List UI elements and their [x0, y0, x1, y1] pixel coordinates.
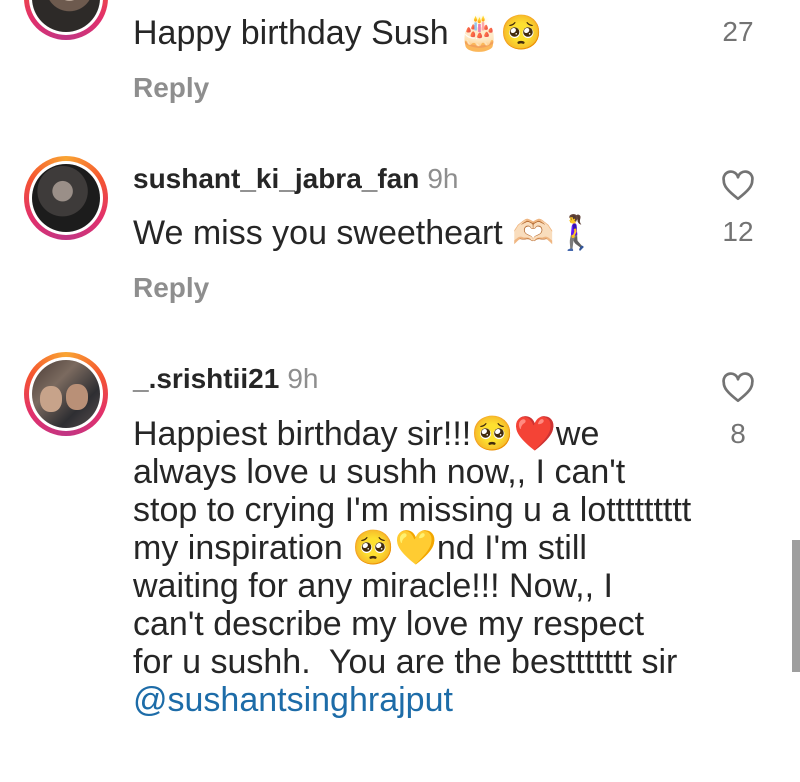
avatar-story-ring[interactable]: [24, 352, 108, 436]
avatar: [32, 360, 100, 428]
comment-header: sushant_ki_jabra_fan 9h: [133, 163, 459, 195]
like-count[interactable]: 12: [708, 216, 768, 248]
like-count[interactable]: 27: [708, 16, 768, 48]
comment-header: _.srishtii21 9h: [133, 363, 318, 395]
comment-text: Happy birthday Sush 🎂🥺: [133, 14, 543, 52]
reply-button[interactable]: Reply: [133, 72, 209, 104]
username[interactable]: _.srishtii21: [133, 363, 279, 394]
comment-text: We miss you sweetheart 🫶🏻🚶‍♀️: [133, 214, 597, 252]
comment-body: Happiest birthday sir!!!🥺❤️we always lov…: [133, 415, 701, 681]
timestamp: 9h: [427, 163, 459, 194]
mention-link[interactable]: @sushantsinghrajput: [133, 681, 453, 719]
avatar-story-ring[interactable]: [24, 0, 108, 40]
like-count[interactable]: 8: [708, 418, 768, 450]
heart-outline-icon[interactable]: [720, 168, 756, 204]
avatar-story-ring[interactable]: [24, 156, 108, 240]
username[interactable]: sushant_ki_jabra_fan: [133, 163, 419, 194]
avatar: [32, 0, 100, 32]
heart-outline-icon[interactable]: [720, 370, 756, 406]
reply-button[interactable]: Reply: [133, 272, 209, 304]
comment-text: Happiest birthday sir!!!🥺❤️we always lov…: [133, 415, 693, 719]
scrollbar[interactable]: [792, 540, 800, 672]
avatar: [32, 164, 100, 232]
timestamp: 9h: [287, 363, 319, 394]
